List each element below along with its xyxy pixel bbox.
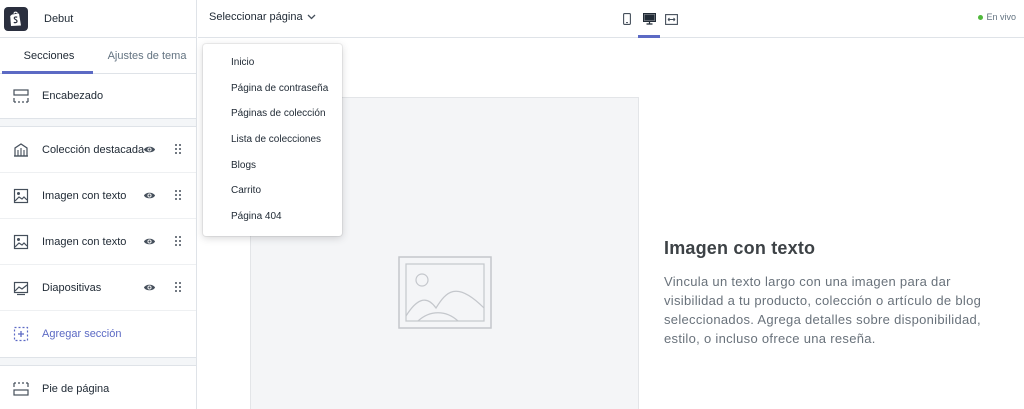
footer-layout-icon	[13, 381, 29, 397]
header-group: Encabezado	[0, 74, 196, 119]
menu-item-404-page[interactable]: Página 404	[203, 204, 342, 230]
add-section-label: Agregar sección	[42, 328, 122, 340]
drag-handle-icon[interactable]	[174, 143, 182, 155]
brand-bar: Debut	[0, 0, 196, 38]
chevron-down-icon	[307, 14, 316, 20]
section-label: Colección destacada	[42, 143, 145, 156]
sidebar: Debut Secciones Ajustes de tema Encabeza…	[0, 0, 197, 409]
section-label: Imagen con texto	[42, 235, 127, 248]
menu-item-password-page[interactable]: Página de contraseña	[203, 76, 342, 102]
add-section-button[interactable]: Agregar sección	[0, 311, 196, 357]
section-item-image-with-text[interactable]: Imagen con texto	[0, 173, 196, 219]
section-divider	[0, 119, 196, 127]
menu-item-collections-list[interactable]: Lista de colecciones	[203, 127, 342, 153]
drag-handle-icon[interactable]	[174, 189, 182, 201]
image-icon	[13, 188, 29, 204]
header-layout-icon	[13, 88, 29, 104]
menu-item-collection-pages[interactable]: Páginas de colección	[203, 101, 342, 127]
device-mobile-button[interactable]	[616, 0, 638, 38]
drag-handle-icon[interactable]	[174, 281, 182, 293]
image-placeholder-icon	[398, 256, 492, 329]
mobile-icon	[623, 13, 631, 25]
desktop-icon	[642, 13, 656, 25]
device-desktop-button[interactable]	[638, 0, 660, 38]
section-item-featured-collection[interactable]: Colección destacada	[0, 127, 196, 173]
collection-icon	[13, 142, 29, 158]
theme-name: Debut	[44, 12, 74, 25]
menu-item-blogs[interactable]: Blogs	[203, 152, 342, 178]
eye-icon[interactable]	[143, 143, 156, 156]
section-label: Encabezado	[42, 90, 104, 102]
section-label: Diapositivas	[42, 281, 102, 294]
live-dot-icon	[978, 14, 984, 20]
device-switcher	[616, 0, 682, 38]
tab-sections[interactable]: Secciones	[0, 38, 98, 73]
top-bar: Seleccionar página En vivo	[198, 0, 1024, 38]
page-select-label: Seleccionar página	[209, 11, 303, 23]
menu-item-cart[interactable]: Carrito	[203, 178, 342, 204]
page-select-dropdown[interactable]: Seleccionar página	[209, 11, 316, 23]
status-label: En vivo	[986, 12, 1016, 22]
drag-handle-icon[interactable]	[174, 235, 182, 247]
device-fullwidth-button[interactable]	[660, 0, 682, 38]
section-label: Imagen con texto	[42, 189, 127, 202]
sidebar-tabs: Secciones Ajustes de tema	[0, 38, 196, 74]
section-item-header[interactable]: Encabezado	[0, 74, 196, 118]
section-divider	[0, 358, 196, 366]
page-select-menu: Inicio Página de contraseña Páginas de c…	[203, 44, 342, 236]
image-icon	[13, 234, 29, 250]
section-item-slideshow[interactable]: Diapositivas	[0, 265, 196, 311]
eye-icon[interactable]	[143, 189, 156, 202]
content-sections: Colección destacada Imagen con texto Ima…	[0, 127, 196, 358]
shopify-logo-icon[interactable]	[4, 6, 28, 31]
eye-icon[interactable]	[143, 281, 156, 294]
section-label: Pie de página	[42, 383, 110, 395]
feature-title: Imagen con texto	[664, 238, 816, 258]
slideshow-icon	[13, 280, 29, 296]
live-status: En vivo	[978, 12, 1016, 22]
tab-theme-settings[interactable]: Ajustes de tema	[98, 38, 196, 73]
menu-item-home[interactable]: Inicio	[203, 50, 342, 76]
feature-body: Vincula un texto largo con una imagen pa…	[664, 274, 982, 346]
eye-icon[interactable]	[143, 235, 156, 248]
section-item-footer[interactable]: Pie de página	[0, 366, 196, 409]
footer-group: Pie de página	[0, 366, 196, 409]
add-section-icon	[13, 326, 29, 342]
section-item-image-with-text[interactable]: Imagen con texto	[0, 219, 196, 265]
fullwidth-icon	[664, 13, 678, 25]
